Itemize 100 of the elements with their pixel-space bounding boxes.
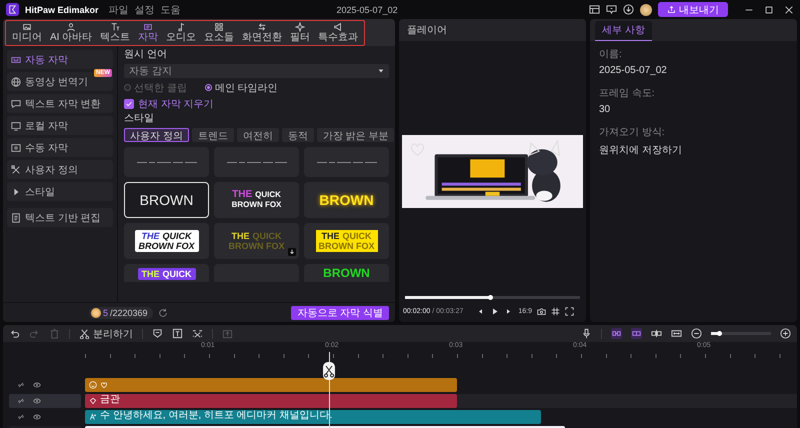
camera-icon[interactable]: [537, 306, 546, 316]
filter-chip[interactable]: 트렌드: [192, 128, 234, 142]
checkbox[interactable]: [124, 98, 134, 108]
split-button[interactable]: 분리하기: [79, 326, 133, 340]
grid-icon[interactable]: [551, 306, 560, 316]
undo-icon[interactable]: [9, 328, 20, 339]
document-icon: [11, 212, 21, 222]
style-preset[interactable]: THE QUICK BROWN FOX: [214, 182, 299, 218]
zoom-in-icon[interactable]: [780, 328, 791, 339]
track-header[interactable]: [9, 394, 81, 408]
checkbox-option[interactable]: 현재 자막 지우기: [124, 97, 389, 110]
link-icon[interactable]: [17, 397, 25, 405]
filter-chip[interactable]: 동적: [282, 128, 314, 142]
style-preset[interactable]: THE QUICK BROWN FOX: [214, 223, 299, 259]
sidebar-item[interactable]: 스타일: [7, 182, 113, 201]
app-name: HitPaw Edimakor: [25, 4, 99, 14]
media-tab[interactable]: 화면전환: [238, 22, 286, 44]
sample-text-drawing: [136, 160, 196, 164]
tools-icon: [11, 164, 21, 174]
radio-option[interactable]: 메인 타임라인: [204, 80, 278, 94]
text-icon: [89, 413, 97, 421]
style-preset[interactable]: BROWN: [124, 182, 209, 218]
split-clip-icon[interactable]: [651, 328, 662, 339]
shield-icon[interactable]: [152, 328, 163, 339]
style-preset[interactable]: BROWN: [304, 264, 389, 282]
link-icon[interactable]: [611, 328, 622, 339]
chat-icon[interactable]: [606, 4, 617, 15]
eye-icon[interactable]: [33, 397, 41, 405]
play-icon[interactable]: [490, 306, 500, 316]
microphone-icon[interactable]: [581, 328, 592, 339]
style-preset[interactable]: THE QUICK BROWN FOX: [304, 223, 389, 259]
project-name: 2025-05-07_02: [336, 4, 398, 14]
sidebar-item[interactable]: 텍스트 자막 변환: [7, 94, 113, 113]
media-tab[interactable]: 필터: [286, 22, 314, 44]
monitor-icon: [11, 120, 21, 130]
diamond-icon: [89, 397, 97, 405]
globe-icon: [11, 76, 21, 86]
download-icon[interactable]: [288, 248, 296, 256]
sidebar-item[interactable]: 사용자 정의: [7, 160, 113, 179]
preset-text: BROWN: [319, 192, 374, 208]
media-tab[interactable]: 오디오: [162, 22, 200, 44]
progress-track[interactable]: [405, 296, 580, 299]
link-icon[interactable]: [17, 381, 25, 389]
style-preset[interactable]: THE QUICK BROWN FOX: [124, 223, 209, 259]
filter-chip[interactable]: 사용자 정의: [124, 128, 189, 142]
media-tab[interactable]: 특수효과: [314, 22, 362, 44]
refresh-icon[interactable]: [158, 308, 168, 318]
layout-icon[interactable]: [589, 4, 600, 15]
sidebar-item[interactable]: 로컬 자막: [7, 116, 113, 135]
language-dropdown[interactable]: 자동 감지: [124, 64, 389, 78]
audio-clip[interactable]: 금관: [85, 394, 457, 408]
scissors-icon: [79, 328, 90, 339]
menu-item[interactable]: 도움: [160, 2, 181, 16]
radio-button[interactable]: [204, 84, 212, 91]
link-icon[interactable]: [17, 413, 25, 421]
avatar[interactable]: [640, 4, 652, 16]
media-tab[interactable]: 요소들: [200, 22, 238, 44]
magnet-icon[interactable]: [631, 328, 642, 339]
sticker-clip[interactable]: [85, 378, 457, 392]
section-label: 원시 언어: [124, 49, 168, 61]
sidebar-item[interactable]: 수동 자막: [7, 138, 113, 157]
style-preset[interactable]: [214, 147, 299, 177]
auto-identify-button[interactable]: 자동으로 자막 식별: [291, 306, 389, 320]
style-preset[interactable]: THE QUICK: [124, 264, 209, 282]
sidebar-item[interactable]: 텍스트 기반 편집: [7, 208, 113, 227]
media-tab[interactable]: 텍스트: [96, 22, 134, 44]
panel-title: 플레이어: [407, 24, 447, 37]
sidebar-item[interactable]: 자동 자막: [7, 50, 113, 69]
eye-icon[interactable]: [33, 413, 41, 421]
field-value: 원위치에 저장하기: [599, 144, 683, 157]
close-icon[interactable]: [784, 4, 794, 14]
menu-item[interactable]: 설정: [134, 2, 155, 16]
logo-icon: [6, 3, 19, 16]
filter-chip[interactable]: 가장 밝은 부분: [316, 128, 394, 142]
menu-item[interactable]: 파일: [108, 2, 129, 16]
coin-icon: [91, 308, 101, 318]
caption-icon: [11, 54, 21, 64]
style-preset[interactable]: BROWN: [304, 182, 389, 218]
grid-icon: [214, 22, 224, 32]
media-tab[interactable]: AI 아바타: [46, 22, 96, 44]
maximize-icon[interactable]: [764, 4, 774, 14]
sample-text-drawing: [316, 160, 376, 164]
style-preset[interactable]: [304, 147, 389, 177]
scissors-icon[interactable]: [192, 328, 203, 339]
fullscreen-icon[interactable]: [565, 306, 574, 316]
style-preset[interactable]: [124, 147, 209, 177]
details-tab[interactable]: 세부 사항: [595, 21, 652, 41]
media-tab[interactable]: 자막: [134, 22, 162, 44]
eye-icon[interactable]: [33, 381, 41, 389]
download-icon[interactable]: [623, 4, 634, 15]
export-button[interactable]: 내보내기: [658, 2, 728, 17]
scissors-icon[interactable]: [323, 362, 335, 380]
text-box-icon[interactable]: [172, 328, 183, 339]
zoom-out-icon[interactable]: [691, 328, 702, 339]
fit-icon[interactable]: [671, 328, 682, 339]
credits-counter: 5 /2220369: [89, 306, 153, 318]
media-tab[interactable]: 미디어: [8, 22, 46, 44]
sample-text-drawing: [226, 160, 286, 164]
arrows-icon: [257, 22, 268, 32]
filter-chip[interactable]: 여전히: [236, 128, 279, 142]
